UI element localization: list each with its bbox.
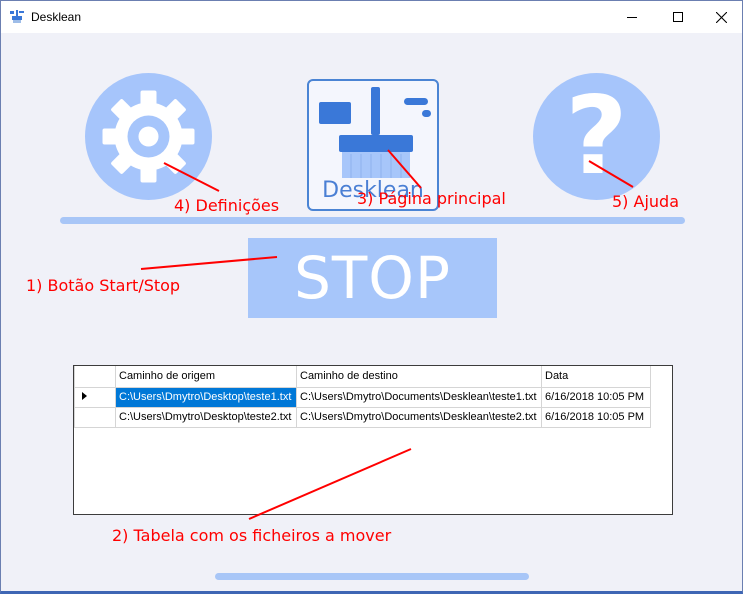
window-title: Desklean bbox=[31, 10, 82, 24]
cell-data[interactable]: 6/16/2018 10:05 PM bbox=[541, 386, 651, 408]
broom-icon bbox=[319, 87, 431, 178]
maximize-icon bbox=[673, 12, 683, 22]
table-header-row: Caminho de origem Caminho de destino Dat… bbox=[74, 366, 651, 388]
cell-destino[interactable]: C:\Users\Dmytro\Documents\Desklean\teste… bbox=[296, 406, 542, 428]
bottom-divider bbox=[215, 573, 529, 580]
table-row[interactable]: C:\Users\Dmytro\Desktop\teste1.txt C:\Us… bbox=[74, 386, 651, 408]
annotation-start-stop: 1) Botão Start/Stop bbox=[26, 276, 181, 295]
files-table[interactable]: Caminho de origem Caminho de destino Dat… bbox=[73, 365, 673, 515]
app-icon bbox=[10, 10, 24, 23]
close-icon bbox=[715, 11, 727, 23]
column-header-destino[interactable]: Caminho de destino bbox=[296, 366, 542, 388]
row-header-corner bbox=[74, 366, 116, 388]
app-window: Desklean Desklean ? STOP Caminho de orig… bbox=[0, 0, 743, 594]
cell-origem[interactable]: C:\Users\Dmytro\Desktop\teste1.txt bbox=[115, 386, 297, 408]
row-header[interactable] bbox=[74, 386, 116, 408]
annotation-help: 5) Ajuda bbox=[612, 192, 679, 211]
current-row-arrow-icon bbox=[82, 392, 87, 400]
question-mark-icon: ? bbox=[565, 74, 628, 199]
column-header-data[interactable]: Data bbox=[541, 366, 651, 388]
top-divider bbox=[60, 217, 685, 224]
title-bar[interactable]: Desklean bbox=[1, 1, 742, 33]
minimize-icon bbox=[627, 17, 637, 18]
annotation-table: 2) Tabela com os ficheiros a mover bbox=[112, 526, 392, 545]
annotation-main-page: 3) Página principal bbox=[357, 189, 506, 208]
row-header[interactable] bbox=[74, 406, 116, 428]
settings-button[interactable] bbox=[85, 73, 212, 200]
table-row[interactable]: C:\Users\Dmytro\Desktop\teste2.txt C:\Us… bbox=[74, 406, 651, 428]
close-button[interactable] bbox=[698, 1, 743, 33]
column-header-origem[interactable]: Caminho de origem bbox=[115, 366, 297, 388]
maximize-button[interactable] bbox=[655, 1, 701, 33]
cell-destino[interactable]: C:\Users\Dmytro\Documents\Desklean\teste… bbox=[296, 386, 542, 408]
annotation-settings: 4) Definições bbox=[174, 196, 280, 215]
start-stop-button[interactable]: STOP bbox=[248, 238, 497, 318]
cell-data[interactable]: 6/16/2018 10:05 PM bbox=[541, 406, 651, 428]
cell-origem[interactable]: C:\Users\Dmytro\Desktop\teste2.txt bbox=[115, 406, 297, 428]
minimize-button[interactable] bbox=[609, 1, 655, 33]
help-button[interactable]: ? bbox=[533, 73, 660, 200]
